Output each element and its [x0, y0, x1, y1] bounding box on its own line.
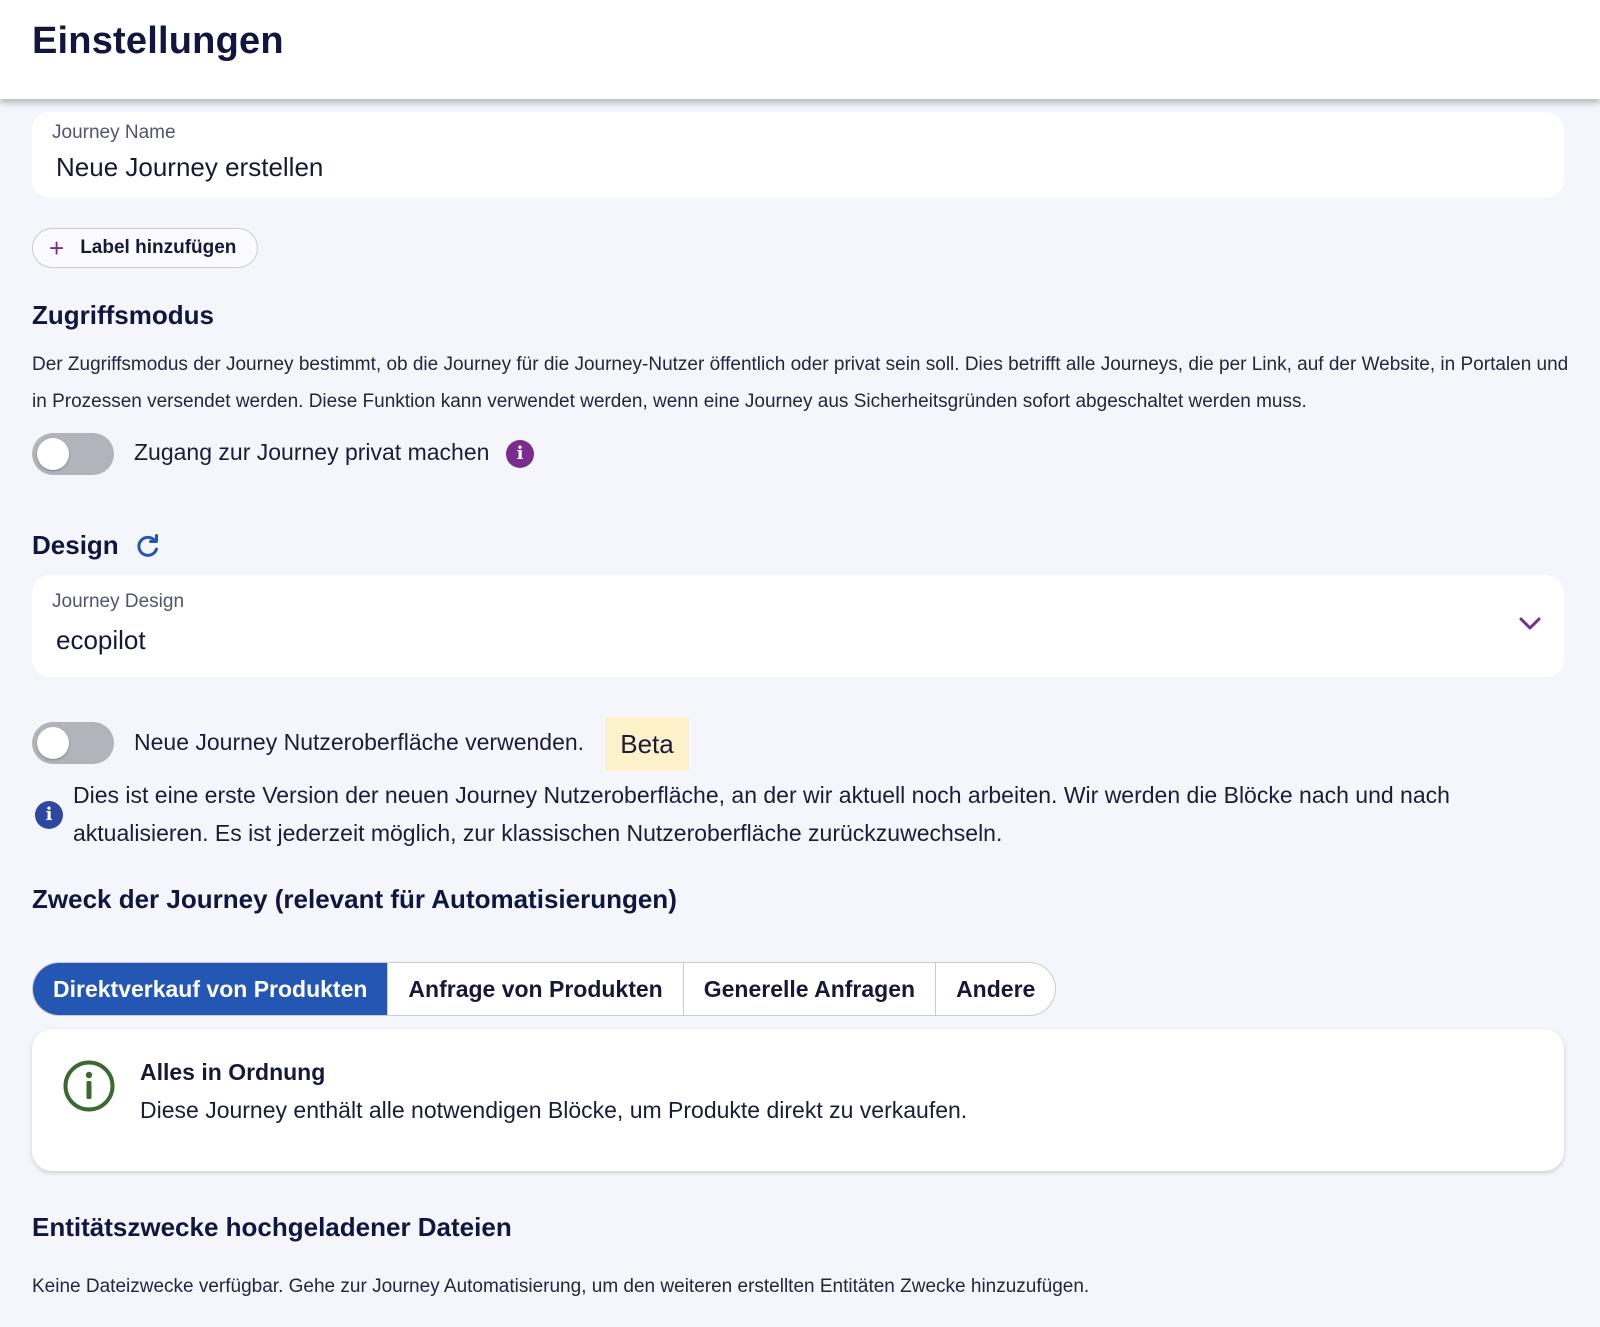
- info-icon: i: [35, 801, 63, 829]
- page-header: Einstellungen: [0, 0, 1600, 99]
- alert-title: Alles in Ordnung: [140, 1059, 326, 1085]
- plus-icon: +: [49, 233, 65, 263]
- chevron-down-icon[interactable]: [1518, 615, 1542, 633]
- purpose-option-general-request[interactable]: Generelle Anfragen: [682, 963, 935, 1015]
- purpose-option-direct-sale[interactable]: Direktverkauf von Produkten: [33, 963, 388, 1015]
- private-access-toggle-label: Zugang zur Journey privat machen: [134, 439, 490, 465]
- journey-name-field[interactable]: Journey Name Neue Journey erstellen: [32, 112, 1564, 198]
- refresh-icon[interactable]: [134, 532, 162, 560]
- page-title: Einstellungen: [32, 20, 284, 62]
- add-label-button[interactable]: + Label hinzufügen: [32, 228, 258, 268]
- private-access-toggle[interactable]: [32, 433, 114, 475]
- status-alert: Alles in Ordnung Diese Journey enthält a…: [32, 1029, 1564, 1171]
- new-ui-toggle[interactable]: [32, 722, 114, 764]
- journey-purpose-heading: Zweck der Journey (relevant für Automati…: [32, 884, 677, 914]
- access-mode-heading: Zugriffsmodus: [32, 300, 214, 330]
- journey-name-label: Journey Name: [52, 122, 176, 143]
- new-ui-note: Dies ist eine erste Version der neuen Jo…: [73, 782, 1450, 846]
- file-purposes-heading: Entitätszwecke hochgeladener Dateien: [32, 1212, 512, 1242]
- journey-design-label: Journey Design: [52, 591, 185, 612]
- toggle-knob: [37, 727, 69, 759]
- purpose-option-product-request[interactable]: Anfrage von Produkten: [387, 963, 682, 1015]
- info-circle-icon: [63, 1060, 115, 1112]
- journey-design-select[interactable]: Journey Design ecopilot: [32, 575, 1564, 677]
- access-mode-description: Der Zugriffsmodus der Journey bestimmt, …: [32, 354, 1569, 412]
- journey-name-input[interactable]: Neue Journey erstellen: [56, 152, 323, 183]
- file-purposes-text: Keine Dateizwecke verfügbar. Gehe zur Jo…: [32, 1276, 1090, 1297]
- alert-text: Diese Journey enthält alle notwendigen B…: [140, 1097, 968, 1123]
- new-ui-toggle-label: Neue Journey Nutzeroberfläche verwenden.: [134, 729, 585, 755]
- info-icon[interactable]: i: [506, 440, 534, 468]
- purpose-option-other[interactable]: Andere: [935, 963, 1055, 1015]
- toggle-knob: [37, 438, 69, 470]
- purpose-segmented-control: Direktverkauf von Produkten Anfrage von …: [32, 962, 1057, 1016]
- add-label-button-label: Label hinzufügen: [80, 237, 237, 258]
- design-heading: Design: [32, 530, 119, 560]
- beta-badge: Beta: [605, 717, 689, 771]
- journey-design-value: ecopilot: [56, 625, 146, 655]
